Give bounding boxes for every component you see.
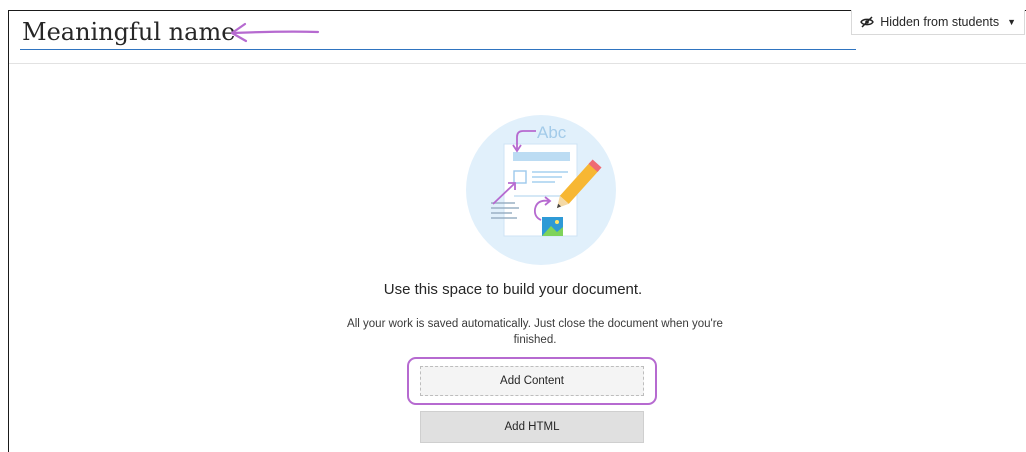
eye-slash-icon (860, 16, 875, 28)
visibility-dropdown[interactable]: Hidden from students ▼ (851, 10, 1025, 35)
document-header: Meaningful name Hidden from students ▼ (9, 10, 1026, 64)
empty-state-description: All your work is saved automatically. Ju… (347, 318, 723, 346)
title-field[interactable]: Meaningful name (20, 15, 856, 50)
document-illustration: Abc (466, 115, 616, 265)
caret-down-icon: ▼ (1007, 17, 1016, 27)
empty-state-headline: Use this space to build your document. (383, 281, 643, 298)
visibility-label: Hidden from students (880, 15, 1000, 29)
add-html-button[interactable]: Add HTML (420, 411, 644, 443)
illustration-abc-text: Abc (537, 123, 567, 142)
annotation-arrow-icon (230, 22, 320, 43)
add-content-button[interactable]: Add Content (420, 366, 644, 396)
document-title[interactable]: Meaningful name (22, 18, 235, 46)
